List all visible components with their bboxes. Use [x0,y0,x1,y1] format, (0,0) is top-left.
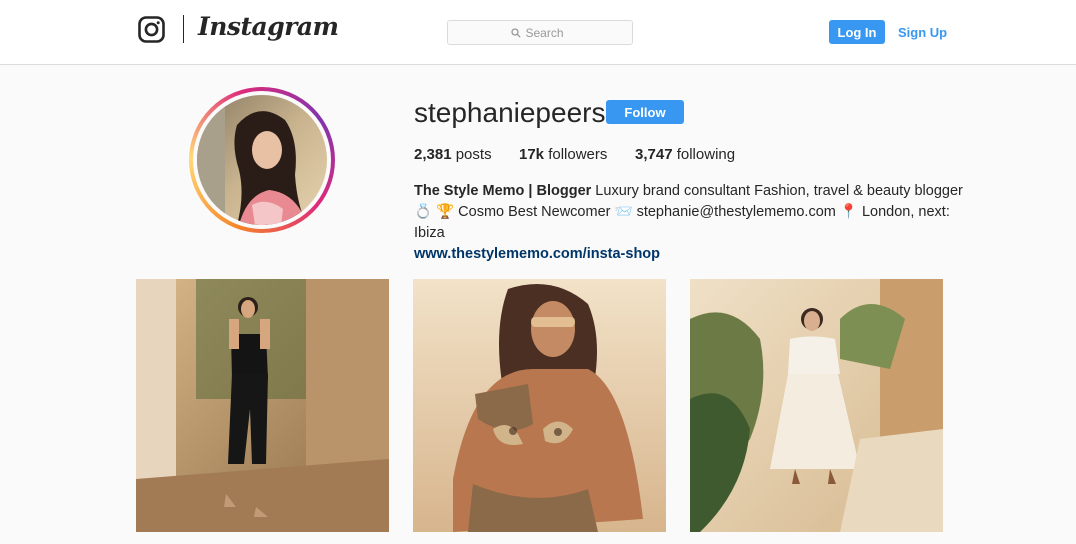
following-stat[interactable]: 3,747 following [635,146,735,163]
posts-stat: 2,381 posts [414,146,519,163]
post-photo-3 [690,279,943,532]
log-in-button[interactable]: Log In [829,20,885,44]
posts-count: 2,381 [414,146,452,163]
search-box[interactable] [447,20,633,45]
profile-username: stephaniepeers [414,97,606,128]
followers-stat[interactable]: 17k followers [519,146,635,163]
profile-stats: 2,381 posts 17k followers 3,747 followin… [414,146,735,163]
post-tile-1[interactable] [136,279,389,532]
bio-full-name: The Style Memo | Blogger [414,183,592,199]
bio-description: Luxury brand consultant Fashion, travel … [591,183,963,199]
posts-label: posts [451,146,492,163]
search-icon [510,27,521,38]
brand-divider [183,15,184,43]
posts-grid [136,279,943,532]
avatar [197,95,327,225]
following-label: following [672,146,736,163]
followers-label: followers [544,146,608,163]
top-navigation-bar: Instagram Log In Sign Up [0,0,1076,65]
post-photo-2 [413,279,666,532]
avatar-photo [197,95,327,225]
follow-button[interactable]: Follow [606,100,684,124]
bio-website-link[interactable]: www.thestylememo.com/insta-shop [414,246,660,262]
sign-up-link[interactable]: Sign Up [898,25,947,40]
bio-line-2: 💍 🏆 Cosmo Best Newcomer 📨 stephanie@thes… [414,204,950,241]
instagram-wordmark[interactable]: Instagram [198,12,339,41]
post-tile-2[interactable] [413,279,666,532]
following-count: 3,747 [635,146,673,163]
profile-avatar[interactable] [189,87,335,233]
profile-bio: The Style Memo | Blogger Luxury brand co… [414,181,974,265]
search-input[interactable] [525,25,570,40]
followers-count: 17k [519,146,545,163]
instagram-camera-icon[interactable] [138,16,165,43]
post-tile-3[interactable] [690,279,943,532]
post-photo-1 [136,279,389,532]
